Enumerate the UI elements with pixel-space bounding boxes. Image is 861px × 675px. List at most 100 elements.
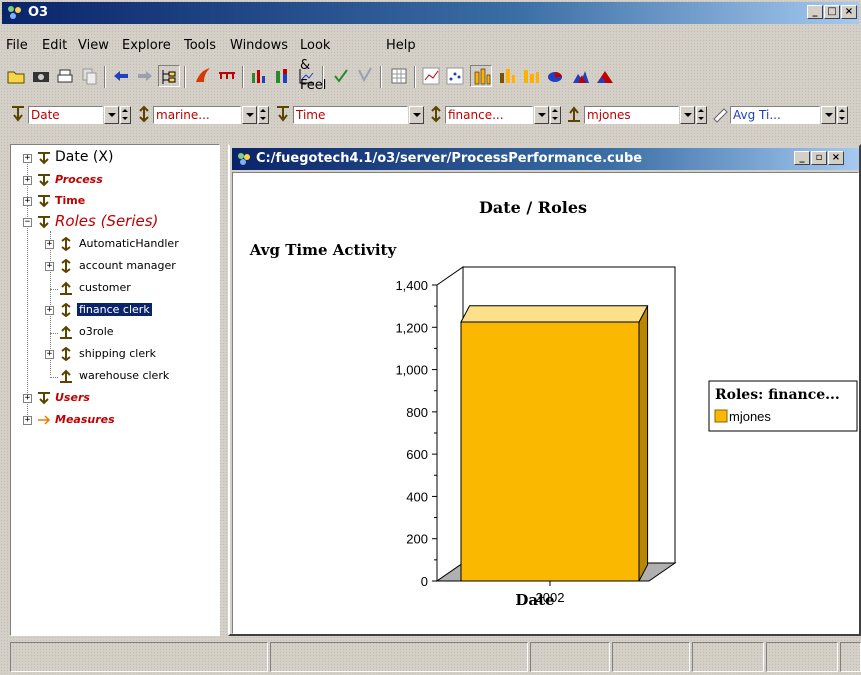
up-down-arrow-icon xyxy=(431,105,441,123)
y-tick-label: 200 xyxy=(406,532,428,547)
chart-window-title: C:/fuegotech4.1/o3/server/ProcessPerform… xyxy=(256,151,643,166)
measure-dimension-field[interactable]: Avg Ti... xyxy=(730,106,820,124)
up-arrow-icon xyxy=(568,106,580,122)
left-wall xyxy=(436,266,464,582)
tree-view-icon[interactable] xyxy=(158,65,180,87)
roles-dropdown-button[interactable] xyxy=(242,106,257,124)
chart-maximize-button[interactable]: ▫ xyxy=(811,151,827,165)
maximize-button[interactable]: □ xyxy=(824,5,840,19)
down-arrow-icon xyxy=(38,392,50,405)
line-chart-icon[interactable] xyxy=(420,65,442,87)
date-spinner[interactable] xyxy=(120,106,131,124)
menu-view[interactable]: View xyxy=(78,36,109,56)
app-logo-icon xyxy=(238,153,250,165)
roles-spinner[interactable] xyxy=(258,106,269,124)
right-arrow-icon xyxy=(38,415,51,425)
minimize-button[interactable]: _ xyxy=(807,5,823,19)
y-tick-label: 1,200 xyxy=(395,320,428,335)
down-arrow-icon xyxy=(12,106,24,122)
bar-chart: Date / Roles Avg Time Activity Date 0200… xyxy=(249,198,858,609)
open-folder-icon[interactable] xyxy=(6,65,28,87)
legend-title: Roles: finance... xyxy=(715,387,840,403)
up-down-arrow-icon xyxy=(61,259,71,273)
menu-windows[interactable]: Windows xyxy=(230,36,288,56)
forward-arrow-icon[interactable] xyxy=(134,65,156,87)
column-chart-3d-icon[interactable] xyxy=(496,65,518,87)
finance-dimension-field[interactable]: finance... xyxy=(445,106,533,124)
y-tick-label: 0 xyxy=(421,574,428,589)
stacked-chart-icon[interactable] xyxy=(272,65,294,87)
finance-spinner[interactable] xyxy=(550,106,561,124)
mountain-chart-icon[interactable] xyxy=(594,65,616,87)
up-arrow-icon xyxy=(60,281,72,295)
status-cell-1 xyxy=(10,642,268,672)
pie-chart-icon[interactable] xyxy=(544,65,566,87)
menu-file[interactable]: File xyxy=(6,36,28,56)
filter-icon[interactable] xyxy=(354,65,376,87)
bar-chart-icon[interactable] xyxy=(248,65,270,87)
camera-icon[interactable] xyxy=(30,65,52,87)
scatter-chart-icon[interactable] xyxy=(444,65,466,87)
panel-splitter[interactable] xyxy=(220,144,226,636)
up-down-arrow-icon xyxy=(61,237,71,251)
measure-dropdown-button[interactable] xyxy=(821,106,836,124)
user-dimension-field[interactable]: mjones xyxy=(584,106,679,124)
toolbar xyxy=(4,60,861,92)
status-cell-5 xyxy=(692,642,764,672)
time-dimension-field[interactable]: Time xyxy=(293,106,408,124)
status-cell-4 xyxy=(612,642,690,672)
bar-top xyxy=(460,305,649,323)
axis-chart-icon[interactable] xyxy=(296,65,318,87)
check-icon[interactable] xyxy=(330,65,352,87)
time-dropdown-button[interactable] xyxy=(409,106,424,124)
dimension-bar: Date marine... Time finance... mjones Av… xyxy=(0,95,861,133)
chart-minimize-button[interactable]: _ xyxy=(794,151,810,165)
y-axis-label: Avg Time Activity xyxy=(249,241,398,259)
dimension-tree: + Date (X) + Process + Time − Roles (Ser… xyxy=(10,144,220,636)
bar-2002 xyxy=(460,321,640,582)
menu-tools[interactable]: Tools xyxy=(184,36,216,56)
drill-icon[interactable] xyxy=(216,65,238,87)
chart-area: Date / Roles Avg Time Activity Date 0 200… xyxy=(232,172,859,634)
date-dropdown-button[interactable] xyxy=(104,106,119,124)
user-dropdown-button[interactable] xyxy=(680,106,695,124)
print-icon[interactable] xyxy=(54,65,76,87)
down-arrow-icon xyxy=(38,216,50,229)
down-arrow-icon xyxy=(38,195,50,208)
y-tick-label: 1,000 xyxy=(395,363,428,378)
up-down-arrow-icon xyxy=(61,303,71,317)
window-title-bar[interactable]: O3 _ □ × xyxy=(2,2,859,24)
chart-window-title-bar[interactable]: C:/fuegotech4.1/o3/server/ProcessPerform… xyxy=(232,148,859,170)
y-tick-label: 400 xyxy=(406,489,428,504)
chart-close-button[interactable]: × xyxy=(828,151,844,165)
back-arrow-icon[interactable] xyxy=(110,65,132,87)
app-logo-icon xyxy=(8,6,21,19)
close-button[interactable]: × xyxy=(841,5,857,19)
status-cell-2 xyxy=(270,642,528,672)
ruler-icon xyxy=(713,108,728,123)
status-cell-7 xyxy=(840,642,861,672)
menu-explore[interactable]: Explore xyxy=(122,36,171,56)
measure-spinner[interactable] xyxy=(837,106,848,124)
fuego-logo-icon[interactable] xyxy=(192,65,214,87)
area-chart-icon[interactable] xyxy=(570,65,592,87)
down-arrow-icon xyxy=(38,152,50,165)
grid-icon[interactable] xyxy=(388,65,410,87)
legend-entry: mjones xyxy=(729,409,771,424)
date-dimension-field[interactable]: Date xyxy=(28,106,103,124)
y-tick-label: 600 xyxy=(406,447,428,462)
copy-icon[interactable] xyxy=(78,65,100,87)
menu-help[interactable]: Help xyxy=(386,36,416,56)
column-chart-icon[interactable] xyxy=(470,65,492,87)
roles-dimension-field[interactable]: marine... xyxy=(153,106,241,124)
menu-edit[interactable]: Edit xyxy=(42,36,67,56)
window-title: O3 xyxy=(28,5,49,20)
column-chart-2-icon[interactable] xyxy=(520,65,542,87)
finance-dropdown-button[interactable] xyxy=(534,106,549,124)
chart-window: C:/fuegotech4.1/o3/server/ProcessPerform… xyxy=(228,144,861,636)
chart-title: Date / Roles xyxy=(479,198,587,217)
x-tick-label: 2002 xyxy=(536,590,565,605)
status-cell-3 xyxy=(530,642,610,672)
up-down-arrow-icon xyxy=(139,105,149,123)
user-spinner[interactable] xyxy=(696,106,707,124)
